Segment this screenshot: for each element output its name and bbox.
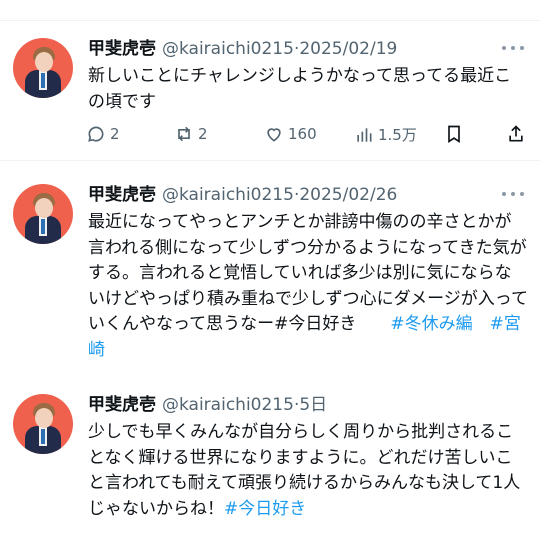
user-handle[interactable]: @kairaichi0215 bbox=[162, 39, 294, 59]
tweet-date[interactable]: 2025/02/19 bbox=[299, 39, 397, 59]
tweet-header: 甲斐虎壱 @kairaichi0215·2025/02/19 bbox=[88, 38, 397, 60]
tweet-header: 甲斐虎壱 @kairaichi0215·2025/02/26 bbox=[88, 184, 397, 206]
tweet-actions: 2 2 160 1.5万 bbox=[86, 124, 530, 148]
tweet-divider bbox=[0, 160, 540, 161]
tweet-date[interactable]: 5日 bbox=[299, 395, 327, 415]
repost-button[interactable]: 2 bbox=[174, 124, 208, 144]
display-name[interactable]: 甲斐虎壱 bbox=[88, 185, 156, 205]
share-icon bbox=[509, 125, 523, 142]
top-divider bbox=[0, 20, 540, 21]
repost-icon bbox=[178, 126, 190, 142]
tweet-header: 甲斐虎壱 @kairaichi0215·5日 bbox=[88, 394, 327, 416]
bookmark-icon bbox=[448, 125, 460, 144]
repost-count: 2 bbox=[198, 125, 208, 143]
tweet-text-body: 新しいことにチャレンジしようかなって思ってる最近この頃です bbox=[88, 66, 512, 112]
bookmark-button[interactable] bbox=[444, 124, 464, 144]
more-icon[interactable] bbox=[502, 42, 524, 54]
user-handle[interactable]: @kairaichi0215 bbox=[162, 395, 294, 415]
tweet-text: 新しいことにチャレンジしようかなって思ってる最近この頃です bbox=[88, 64, 528, 115]
tweet-text: 最近になってやっとアンチとか誹謗中傷のの辛さとかが言われる側になって少しずつ分か… bbox=[88, 210, 528, 363]
reply-icon bbox=[88, 126, 104, 142]
avatar[interactable] bbox=[13, 184, 73, 244]
hashtag-link[interactable]: #冬休み編 bbox=[390, 314, 472, 334]
display-name[interactable]: 甲斐虎壱 bbox=[88, 39, 156, 59]
avatar[interactable] bbox=[13, 394, 73, 454]
views-icon bbox=[357, 127, 372, 142]
view-count: 1.5万 bbox=[378, 126, 417, 144]
heart-icon bbox=[267, 128, 281, 142]
display-name[interactable]: 甲斐虎壱 bbox=[88, 395, 156, 415]
share-button[interactable] bbox=[506, 124, 526, 144]
reply-button[interactable]: 2 bbox=[86, 124, 120, 144]
avatar[interactable] bbox=[13, 38, 73, 98]
like-button[interactable]: 160 bbox=[264, 124, 317, 144]
views-button[interactable]: 1.5万 bbox=[354, 124, 417, 145]
user-handle[interactable]: @kairaichi0215 bbox=[162, 185, 294, 205]
like-count: 160 bbox=[288, 125, 317, 143]
hashtag-link[interactable]: #今日好き bbox=[224, 499, 306, 519]
tweet-text: 少しでも早くみんなが自分らしく周りから批判されることなく輝ける世界になりますよう… bbox=[88, 420, 528, 522]
more-icon[interactable] bbox=[502, 188, 524, 200]
tweet-date[interactable]: 2025/02/26 bbox=[299, 185, 397, 205]
reply-count: 2 bbox=[110, 125, 120, 143]
